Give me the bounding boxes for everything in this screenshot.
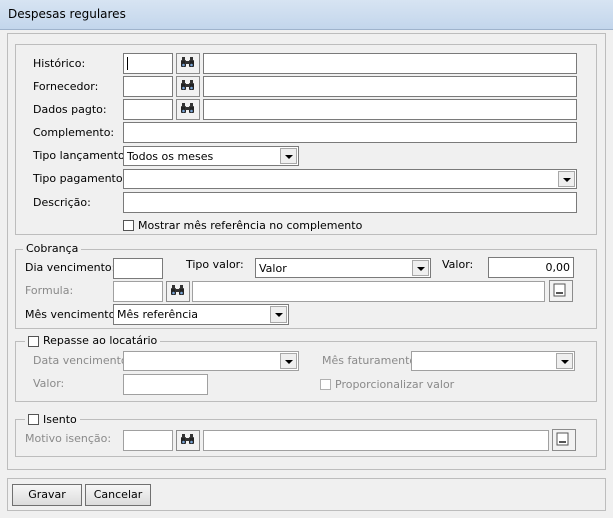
dia-vencimento-label: Dia vencimento: xyxy=(25,261,116,274)
valor-input[interactable]: 0,00 xyxy=(488,257,574,278)
mes-vencimento-value: Mês referência xyxy=(117,308,199,321)
dados-pagto-code-input[interactable] xyxy=(123,99,173,120)
fornecedor-label: Fornecedor: xyxy=(33,80,99,93)
tipo-pagamento-label: Tipo pagamento: xyxy=(33,172,127,185)
dados-pagto-description-input[interactable] xyxy=(203,99,577,120)
historico-label: Histórico: xyxy=(33,57,86,70)
chevron-down-icon[interactable] xyxy=(412,260,429,276)
proporcionalizar-label: Proporcionalizar valor xyxy=(335,378,455,391)
tipo-valor-select[interactable]: Valor xyxy=(255,258,431,278)
dados-pagto-search-button[interactable] xyxy=(176,99,200,120)
mes-vencimento-select[interactable]: Mês referência xyxy=(113,304,289,325)
motivo-search-button[interactable] xyxy=(176,430,200,451)
mes-vencimento-label: Mês vencimento: xyxy=(25,308,120,321)
data-vencimento-label: Data vencimento: xyxy=(33,354,132,367)
binoculars-icon xyxy=(181,80,194,90)
proporcionalizar-checkbox[interactable] xyxy=(320,379,331,390)
isento-checkbox[interactable] xyxy=(28,414,39,425)
formula-label: Formula: xyxy=(25,284,74,297)
repasse-checkbox[interactable] xyxy=(28,336,39,347)
fornecedor-name-input[interactable] xyxy=(203,76,577,97)
binoculars-icon xyxy=(181,434,194,444)
motivo-code-input[interactable] xyxy=(123,430,173,451)
chevron-down-icon[interactable] xyxy=(280,353,297,369)
tipo-pagamento-select[interactable] xyxy=(123,169,577,189)
cancelar-button[interactable]: Cancelar xyxy=(85,484,151,506)
binoculars-icon xyxy=(181,103,194,113)
chevron-down-icon[interactable] xyxy=(558,171,575,187)
fornecedor-search-button[interactable] xyxy=(176,76,200,97)
binoculars-icon xyxy=(181,57,194,67)
historico-search-button[interactable] xyxy=(176,53,200,74)
chevron-down-icon[interactable] xyxy=(270,306,287,323)
valor-label: Valor: xyxy=(442,258,474,271)
data-vencimento-select[interactable] xyxy=(123,351,299,371)
dia-vencimento-input[interactable] xyxy=(113,258,163,279)
tipo-lancamento-value: Todos os meses xyxy=(127,150,214,163)
motivo-isencao-label: Motivo isenção: xyxy=(25,432,112,445)
binoculars-icon xyxy=(171,285,184,295)
formula-description-input[interactable] xyxy=(192,281,545,302)
fornecedor-code-input[interactable] xyxy=(123,76,173,97)
gravar-button[interactable]: Gravar xyxy=(12,484,82,506)
complemento-input[interactable] xyxy=(123,122,577,143)
mes-faturamento-label: Mês faturamento: xyxy=(322,354,420,367)
title-bar: Despesas regulares xyxy=(0,0,613,30)
mostrar-mes-label: Mostrar mês referência no complemento xyxy=(138,219,363,232)
repasse-valor-input[interactable] xyxy=(123,374,208,395)
dados-pagto-label: Dados pagto: xyxy=(33,103,107,116)
complemento-label: Complemento: xyxy=(33,126,115,139)
motivo-description-input[interactable] xyxy=(203,430,549,451)
document-icon xyxy=(553,283,566,297)
repasse-legend: Repasse ao locatário xyxy=(25,334,161,347)
mostrar-mes-checkbox[interactable] xyxy=(123,220,134,231)
formula-edit-button[interactable] xyxy=(549,280,573,302)
motivo-edit-button[interactable] xyxy=(552,429,576,451)
tipo-valor-value: Valor xyxy=(259,262,287,275)
mes-faturamento-select[interactable] xyxy=(411,351,575,371)
tipo-lancamento-select[interactable]: Todos os meses xyxy=(123,146,299,166)
text-cursor xyxy=(127,57,128,70)
descricao-input[interactable] xyxy=(123,192,577,213)
historico-description-input[interactable] xyxy=(203,53,577,74)
formula-code-input[interactable] xyxy=(113,281,163,302)
document-icon xyxy=(556,432,569,446)
historico-code-input[interactable] xyxy=(123,53,173,74)
descricao-label: Descrição: xyxy=(33,196,91,209)
chevron-down-icon[interactable] xyxy=(556,353,573,369)
repasse-valor-label: Valor: xyxy=(33,377,65,390)
cobranca-legend: Cobrança xyxy=(23,242,82,255)
chevron-down-icon[interactable] xyxy=(280,148,297,164)
tipo-valor-label: Tipo valor: xyxy=(186,258,244,271)
window-title: Despesas regulares xyxy=(8,7,126,21)
formula-search-button[interactable] xyxy=(166,281,190,302)
tipo-lancamento-label: Tipo lançamento: xyxy=(33,149,129,162)
